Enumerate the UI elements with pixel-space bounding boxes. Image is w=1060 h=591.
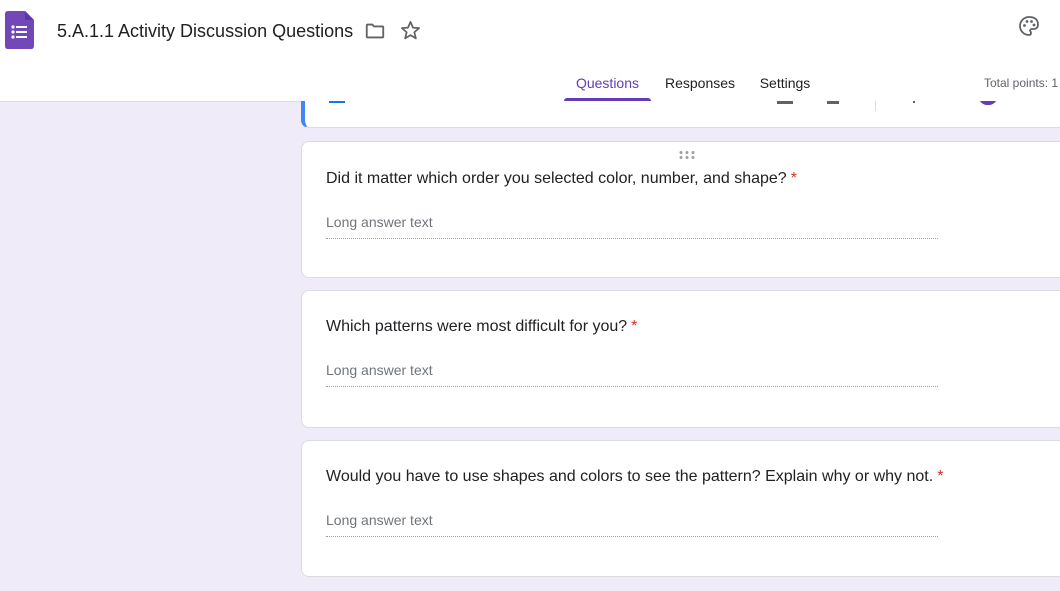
- app-header: 5.A.1.1 Activity Discussion Questions Qu…: [0, 0, 1060, 102]
- google-forms-icon[interactable]: [5, 11, 34, 49]
- drag-handle-icon[interactable]: [678, 150, 696, 160]
- checkbox-fragment: [329, 101, 345, 103]
- folder-icon[interactable]: [364, 20, 386, 42]
- star-icon[interactable]: [399, 19, 422, 42]
- long-answer-field[interactable]: Long answer text: [326, 360, 938, 387]
- required-asterisk: *: [790, 170, 797, 187]
- question-text: Did it matter which order you selected c…: [326, 170, 787, 187]
- question-title[interactable]: Which patterns were most difficult for y…: [326, 317, 637, 337]
- palette-icon[interactable]: [1017, 14, 1041, 38]
- question-toolbar: [301, 101, 1060, 128]
- required-label-fragment: [913, 101, 915, 103]
- question-title[interactable]: Did it matter which order you selected c…: [326, 169, 797, 189]
- tab-questions[interactable]: Questions: [564, 70, 651, 101]
- required-asterisk: *: [631, 318, 638, 335]
- required-asterisk: *: [937, 468, 944, 485]
- required-toggle[interactable]: [979, 101, 997, 105]
- question-text: Would you have to use shapes and colors …: [326, 468, 934, 485]
- duplicate-icon[interactable]: [777, 101, 793, 104]
- tab-settings[interactable]: Settings: [752, 70, 818, 101]
- total-points: Total points: 1: [984, 76, 1059, 90]
- question-title[interactable]: Would you have to use shapes and colors …: [326, 467, 943, 487]
- document-title[interactable]: 5.A.1.1 Activity Discussion Questions: [57, 19, 353, 43]
- toolbar-divider: [875, 101, 876, 111]
- question-card[interactable]: Which patterns were most difficult for y…: [301, 290, 1060, 428]
- question-card[interactable]: Did it matter which order you selected c…: [301, 141, 1060, 278]
- long-answer-field[interactable]: Long answer text: [326, 510, 938, 537]
- delete-icon[interactable]: [827, 101, 839, 104]
- tab-responses[interactable]: Responses: [660, 70, 740, 101]
- question-text: Which patterns were most difficult for y…: [326, 318, 628, 335]
- question-card[interactable]: Would you have to use shapes and colors …: [301, 440, 1060, 577]
- long-answer-field[interactable]: Long answer text: [326, 212, 938, 239]
